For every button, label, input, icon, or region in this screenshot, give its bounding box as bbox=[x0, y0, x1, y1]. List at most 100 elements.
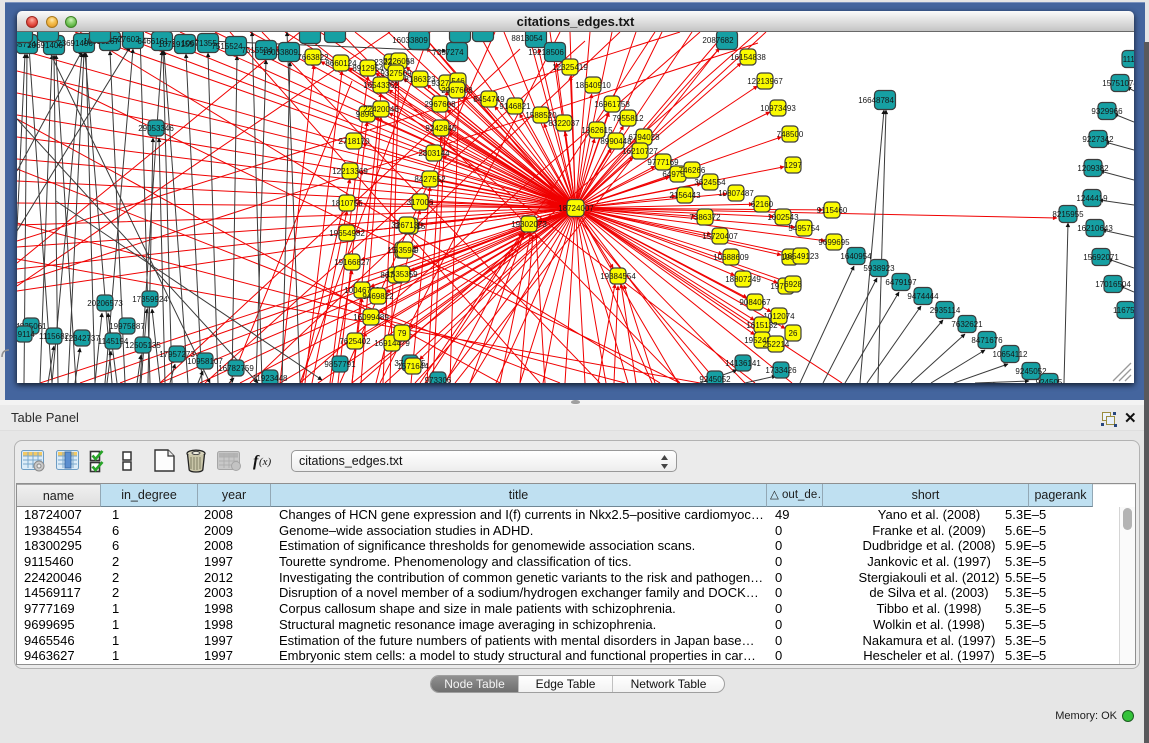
svg-text:7357274: 7357274 bbox=[432, 48, 464, 57]
svg-text:10807487: 10807487 bbox=[718, 189, 754, 198]
svg-text:5938923: 5938923 bbox=[863, 264, 895, 273]
svg-text:18640910: 18640910 bbox=[575, 81, 611, 90]
svg-text:1297: 1297 bbox=[784, 161, 802, 170]
svg-text:9084067: 9084067 bbox=[739, 298, 771, 307]
svg-text:6928: 6928 bbox=[784, 280, 802, 289]
svg-text:2967608: 2967608 bbox=[424, 100, 456, 109]
svg-text:16648784: 16648784 bbox=[858, 96, 894, 105]
svg-text:1527602: 1527602 bbox=[108, 35, 140, 44]
svg-text:12213967: 12213967 bbox=[747, 77, 783, 86]
svg-text:1002543: 1002543 bbox=[767, 213, 799, 222]
svg-text:53594: 53594 bbox=[394, 246, 417, 255]
svg-text:16210727: 16210727 bbox=[622, 147, 658, 156]
svg-text:9329966: 9329966 bbox=[1091, 107, 1123, 116]
svg-text:16210643: 16210643 bbox=[1077, 224, 1113, 233]
svg-text:7955812: 7955812 bbox=[612, 114, 644, 123]
svg-text:16033809: 16033809 bbox=[392, 36, 428, 45]
svg-text:1640954: 1640954 bbox=[840, 252, 872, 261]
svg-text:15751074: 15751074 bbox=[1102, 79, 1134, 88]
svg-text:7386372: 7386372 bbox=[689, 213, 721, 222]
svg-text:14136141: 14136141 bbox=[725, 359, 761, 368]
svg-text:746266: 746266 bbox=[679, 166, 706, 175]
svg-text:8427552: 8427552 bbox=[414, 175, 446, 184]
svg-text:12505135: 12505135 bbox=[125, 341, 161, 350]
svg-text:973306: 973306 bbox=[425, 376, 452, 383]
svg-text:15720407: 15720407 bbox=[702, 232, 738, 241]
svg-text:19218506: 19218506 bbox=[528, 48, 564, 57]
svg-text:8990448: 8990448 bbox=[600, 137, 632, 146]
svg-text:10654112: 10654112 bbox=[993, 350, 1029, 359]
svg-text:19384554: 19384554 bbox=[600, 272, 636, 281]
svg-text:6794028: 6794028 bbox=[628, 133, 660, 142]
svg-text:116753: 116753 bbox=[1113, 306, 1134, 315]
svg-text:1244419: 1244419 bbox=[1076, 194, 1108, 203]
svg-text:3267130: 3267130 bbox=[391, 221, 423, 230]
svg-text:924505: 924505 bbox=[1036, 378, 1063, 383]
svg-text:9699695: 9699695 bbox=[818, 238, 850, 247]
svg-text:1362615: 1362615 bbox=[581, 126, 613, 135]
svg-text:(x): (x) bbox=[259, 456, 272, 468]
svg-text:2803144: 2803144 bbox=[418, 149, 450, 158]
svg-text:10973493: 10973493 bbox=[760, 104, 796, 113]
svg-text:9245052: 9245052 bbox=[699, 375, 731, 383]
svg-text:2935114: 2935114 bbox=[930, 306, 961, 315]
svg-text:19302073: 19302073 bbox=[511, 220, 547, 229]
svg-text:16782759: 16782759 bbox=[218, 364, 254, 373]
svg-text:16033809: 16033809 bbox=[262, 48, 298, 57]
svg-text:252214: 252214 bbox=[763, 340, 790, 349]
svg-text:20206573: 20206573 bbox=[87, 299, 123, 308]
svg-text:1615132: 1615132 bbox=[746, 321, 778, 330]
svg-text:1571644: 1571644 bbox=[397, 362, 429, 371]
svg-text:19975887: 19975887 bbox=[109, 322, 145, 331]
svg-text:17016504: 17016504 bbox=[1095, 280, 1131, 289]
svg-text:3624554: 3624554 bbox=[694, 178, 726, 187]
svg-text:9469822: 9469822 bbox=[362, 292, 394, 301]
svg-text:22420046: 22420046 bbox=[363, 105, 399, 114]
svg-text:17359924: 17359924 bbox=[132, 295, 168, 304]
svg-text:29053346: 29053346 bbox=[138, 124, 174, 133]
svg-text:1209382: 1209382 bbox=[1077, 164, 1109, 173]
svg-text:1733426: 1733426 bbox=[765, 366, 797, 375]
svg-text:317006: 317006 bbox=[407, 198, 434, 207]
svg-text:2156443: 2156443 bbox=[669, 191, 701, 200]
svg-text:7632621: 7632621 bbox=[951, 320, 983, 329]
svg-text:18724007: 18724007 bbox=[558, 204, 594, 213]
svg-text:2718170: 2718170 bbox=[338, 137, 370, 146]
svg-text:12325419: 12325419 bbox=[552, 63, 588, 72]
svg-text:16961758: 16961758 bbox=[594, 100, 630, 109]
svg-text:7515524: 7515524 bbox=[211, 42, 243, 51]
svg-text:19166827: 19166827 bbox=[334, 258, 370, 267]
svg-text:748500: 748500 bbox=[777, 130, 804, 139]
svg-text:2967608: 2967608 bbox=[441, 86, 473, 95]
svg-text:5495754: 5495754 bbox=[788, 224, 820, 233]
svg-text:9227342: 9227342 bbox=[1082, 135, 1114, 144]
svg-text:11923448: 11923448 bbox=[253, 374, 289, 383]
svg-text:12213369: 12213369 bbox=[332, 167, 368, 176]
svg-text:9242845: 9242845 bbox=[425, 124, 457, 133]
svg-text:16549123: 16549123 bbox=[783, 252, 819, 261]
svg-text:8813054: 8813054 bbox=[511, 34, 543, 43]
svg-text:2087682: 2087682 bbox=[702, 36, 734, 45]
svg-text:16543362: 16543362 bbox=[363, 81, 399, 90]
svg-text:19654982: 19654982 bbox=[329, 229, 365, 238]
svg-text:16099489: 16099489 bbox=[353, 313, 389, 322]
svg-text:9146821: 9146821 bbox=[499, 102, 531, 111]
svg-text:7663822: 7663822 bbox=[297, 53, 329, 62]
svg-text:18807249: 18807249 bbox=[725, 275, 761, 284]
svg-text:9474444: 9474444 bbox=[907, 292, 939, 301]
svg-text:79: 79 bbox=[398, 329, 407, 338]
svg-text:8322037: 8322037 bbox=[548, 119, 580, 128]
svg-text:15692071: 15692071 bbox=[1083, 253, 1119, 262]
svg-text:26: 26 bbox=[789, 329, 798, 338]
svg-text:8471676: 8471676 bbox=[971, 336, 1003, 345]
svg-text:8215955: 8215955 bbox=[1052, 210, 1084, 219]
svg-text:1145194: 1145194 bbox=[98, 337, 129, 346]
svg-text:9115460: 9115460 bbox=[817, 206, 848, 215]
svg-text:9857791: 9857791 bbox=[324, 360, 356, 369]
svg-text:1810755: 1810755 bbox=[331, 199, 363, 208]
svg-text:12342737: 12342737 bbox=[64, 334, 100, 343]
svg-text:10688609: 10688609 bbox=[713, 253, 749, 262]
svg-text:6479197: 6479197 bbox=[885, 278, 917, 287]
svg-text:1112: 1112 bbox=[1123, 55, 1134, 64]
svg-text:16154838: 16154838 bbox=[730, 53, 766, 62]
